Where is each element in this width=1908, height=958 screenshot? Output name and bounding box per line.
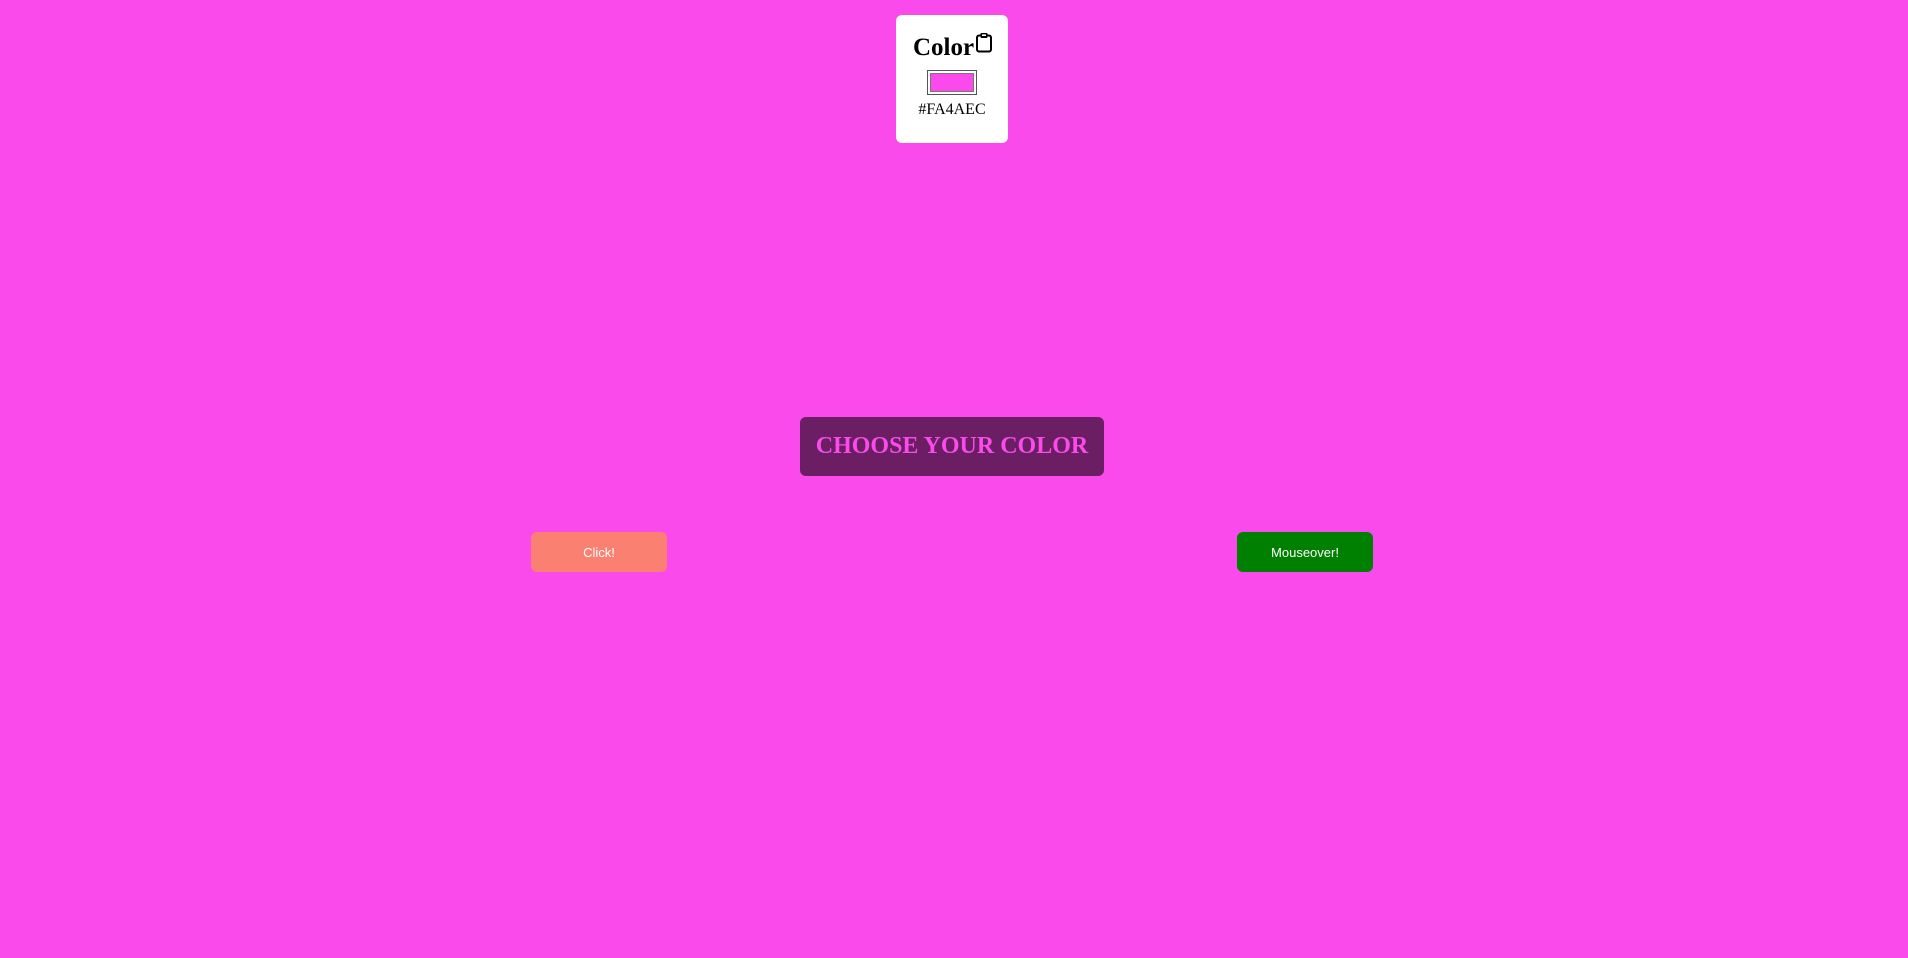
choose-color-banner: CHOOSE YOUR COLOR: [800, 417, 1104, 476]
hex-value: #FA4AEC: [918, 101, 986, 118]
clipboard-icon[interactable]: [975, 32, 993, 53]
click-button[interactable]: Click!: [531, 532, 667, 572]
mouseover-button[interactable]: Mouseover!: [1237, 532, 1373, 572]
color-card: Color #FA4AEC: [896, 15, 1008, 143]
color-swatch: [930, 73, 974, 92]
choose-color-text: CHOOSE YOUR COLOR: [815, 433, 1089, 459]
color-picker-input[interactable]: [927, 70, 977, 95]
color-title: Color: [913, 34, 975, 61]
